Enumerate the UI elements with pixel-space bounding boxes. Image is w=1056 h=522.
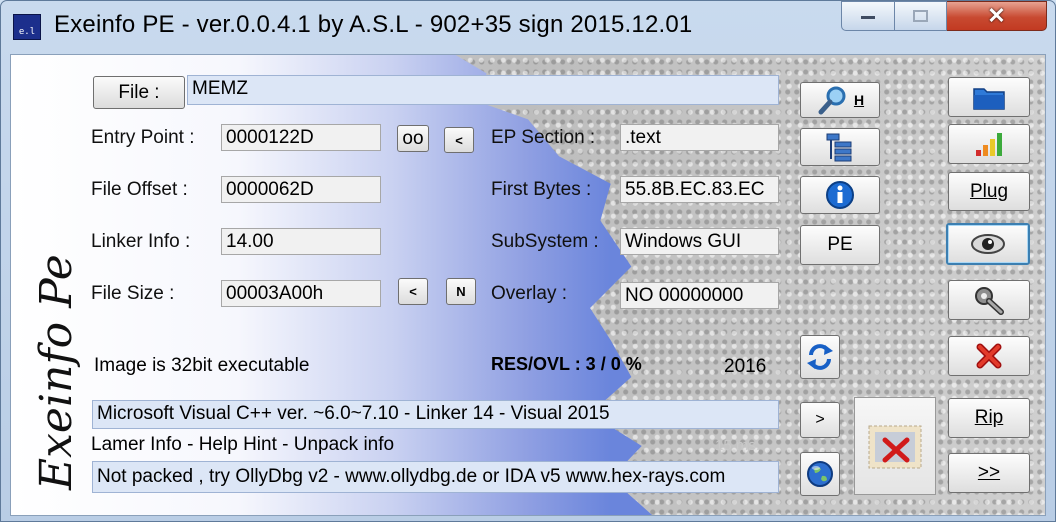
file-button-label: File : <box>118 81 160 103</box>
next-button-label: >> <box>977 462 1001 483</box>
tools-button[interactable] <box>948 280 1030 320</box>
exeinfo-signature-logo: Exeinfo Pe <box>31 254 82 491</box>
image-type-text: Image is 32bit executable <box>94 355 310 376</box>
info-icon <box>826 181 854 209</box>
ep-prev-button-label: < <box>455 132 463 148</box>
title-bar[interactable]: e.l Exeinfo PE - ver.0.0.4.1 by A.S.L - … <box>1 1 1055 51</box>
entry-point-field[interactable]: 0000122D <box>221 124 381 151</box>
app-window: e.l Exeinfo PE - ver.0.0.4.1 by A.S.L - … <box>0 0 1056 522</box>
scan-stamp-button[interactable] <box>854 397 936 495</box>
search-button[interactable]: H <box>800 82 880 118</box>
open-folder-button[interactable] <box>948 77 1030 117</box>
file-offset-field[interactable]: 0000062D <box>221 176 381 203</box>
minimize-icon <box>861 16 875 19</box>
size-n-button[interactable]: N <box>446 278 476 305</box>
linker-info-label: Linker Info : <box>91 231 191 252</box>
minimize-button[interactable] <box>841 1 895 31</box>
unpack-info-field[interactable]: Not packed , try OllyDbg v2 - www.ollydb… <box>92 461 779 493</box>
size-prev-button[interactable]: < <box>398 278 428 305</box>
maximize-icon <box>912 10 928 22</box>
file-offset-label: File Offset : <box>91 179 188 200</box>
pe-button-label: PE <box>827 234 853 255</box>
first-bytes-label: First Bytes : <box>491 179 592 200</box>
sections-button[interactable] <box>800 128 880 166</box>
window-title: Exeinfo PE - ver.0.0.4.1 by A.S.L - 902+… <box>54 11 693 38</box>
first-bytes-field[interactable]: 55.8B.EC.83.EC <box>620 176 779 203</box>
refresh-button[interactable] <box>800 335 840 379</box>
close-button[interactable]: ✕ <box>947 1 1047 31</box>
svg-text:Exeinfo Pe: Exeinfo Pe <box>31 254 82 491</box>
detection-field[interactable]: Microsoft Visual C++ ver. ~6.0~7.10 - Li… <box>92 400 779 429</box>
scanner-eye-icon <box>971 234 1005 254</box>
wrench-icon <box>975 287 1004 315</box>
overlay-label: Overlay : <box>491 283 568 304</box>
red-x-icon <box>976 343 1002 369</box>
refresh-icon <box>807 344 833 370</box>
file-name-field[interactable]: MEMZ <box>187 75 779 105</box>
maximize-button[interactable] <box>895 1 947 31</box>
ep-section-label: EP Section : <box>491 127 596 148</box>
entry-point-label: Entry Point : <box>91 127 195 148</box>
close-icon: ✕ <box>987 3 1006 28</box>
overlay-field[interactable]: NO 00000000 <box>620 282 779 309</box>
file-open-button[interactable]: File : <box>93 76 185 109</box>
exit-button[interactable] <box>948 336 1030 376</box>
scanner-button[interactable] <box>946 223 1030 265</box>
magnifier-icon <box>818 86 846 115</box>
plug-button[interactable]: Plug <box>948 172 1030 211</box>
signal-bars-icon <box>976 133 1002 156</box>
plug-button-label: Plug <box>969 180 1009 202</box>
ep-section-field[interactable]: .text <box>620 124 779 151</box>
info-button[interactable] <box>800 176 880 214</box>
app-icon-text: e.l <box>18 27 36 37</box>
search-button-h-label: H <box>853 92 865 108</box>
rip-button-label: Rip <box>974 407 1004 428</box>
time-text: 15 ms. <box>715 437 761 454</box>
pe-button[interactable]: PE <box>800 225 880 265</box>
tree-list-icon <box>826 133 852 162</box>
size-n-button-label: N <box>456 284 466 299</box>
next-button[interactable]: >> <box>948 453 1030 493</box>
ep-prev-button[interactable]: < <box>444 127 474 153</box>
hint-links[interactable]: Lamer Info - Help Hint - Unpack info <box>91 434 394 456</box>
res-ovl-text: RES/OVL : 3 / 0 % <box>491 354 642 374</box>
folder-icon <box>973 88 1005 110</box>
web-button[interactable] <box>800 452 840 496</box>
rip-button[interactable]: Rip <box>948 398 1030 438</box>
stats-button[interactable] <box>948 124 1030 164</box>
more-button[interactable]: > <box>800 402 840 438</box>
subsystem-label: SubSystem : <box>491 231 599 252</box>
more-button-label: > <box>815 411 825 428</box>
subsystem-field[interactable]: Windows GUI <box>620 228 779 255</box>
globe-icon <box>807 461 833 487</box>
app-icon[interactable]: e.l <box>13 14 41 40</box>
size-prev-button-label: < <box>409 284 417 299</box>
file-size-label: File Size : <box>91 283 175 304</box>
file-size-field[interactable]: 00003A00h <box>221 280 381 307</box>
stamp-icon <box>868 425 922 469</box>
oo-button-label: oo <box>402 127 424 149</box>
main-panel: Exeinfo Pe File : MEMZ Entry Point : 000… <box>10 54 1046 516</box>
year-text: 2016 <box>724 356 767 377</box>
linker-info-field[interactable]: 14.00 <box>221 228 381 255</box>
oo-button[interactable]: oo <box>397 125 429 152</box>
